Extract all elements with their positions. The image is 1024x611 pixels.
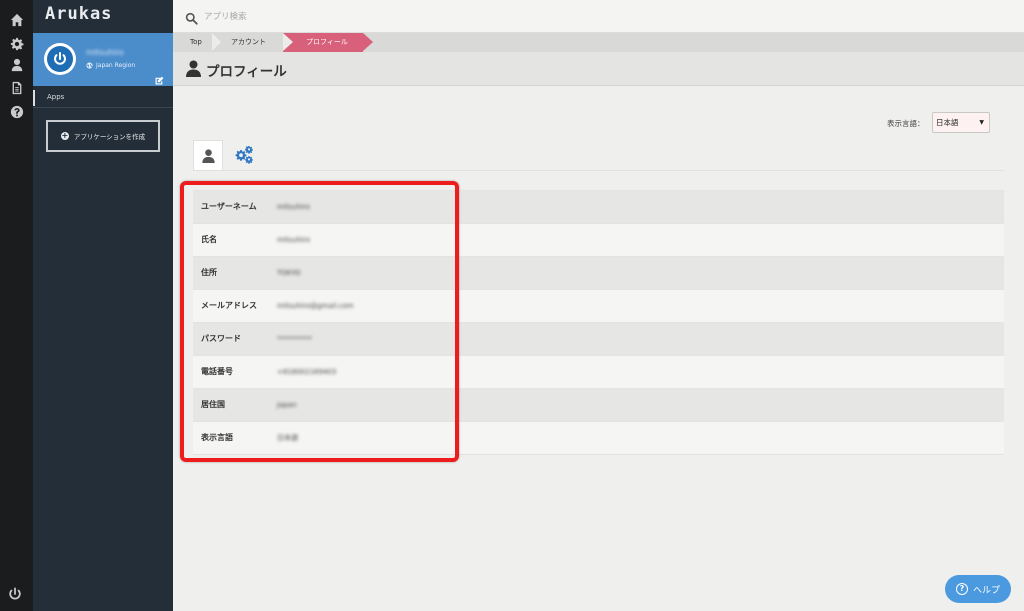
table-row: 居住国 Japan [193,389,1004,422]
field-value: Japan [277,401,297,409]
language-select[interactable]: 日本語 ▼ [932,112,990,133]
field-value: mitsuhiro@gmail.com [277,302,354,310]
gear-icon[interactable] [8,35,25,52]
user-icon[interactable] [8,56,25,73]
table-row: 表示言語 日本語 [193,422,1004,455]
app-logo[interactable]: Arukas [45,4,112,24]
field-label: パスワード [201,334,241,343]
table-row: ユーザーネーム mitsuhiro [193,191,1004,224]
breadcrumb-account[interactable]: アカウント [231,33,266,52]
tab-profile[interactable] [193,140,223,170]
app-search-input[interactable] [204,8,504,25]
top-bar [173,0,1024,33]
avatar [44,43,76,75]
search-icon [185,10,198,25]
field-label: ユーザーネーム [201,202,257,211]
help-button[interactable]: ? ヘルプ [945,575,1011,603]
gears-icon [235,146,253,164]
plus-circle-icon: + [60,131,69,140]
user-icon [201,148,215,163]
field-value: +818002169403 [277,368,337,376]
region-label: Japan Region [86,62,135,69]
question-icon: ? [955,583,968,595]
power-logo-icon [54,52,66,65]
tab-settings[interactable] [233,144,255,166]
home-icon[interactable] [8,11,25,28]
page-header: プロフィール [173,52,1024,86]
field-label: 電話番号 [201,367,233,376]
globe-icon [86,62,93,69]
breadcrumb-profile: プロフィール [283,33,363,52]
profile-table: ユーザーネーム mitsuhiro 氏名 mitsuhiro 住所 TOKYO … [193,190,1004,455]
field-value: 日本語 [277,434,298,442]
language-label: 表示言語： [887,119,925,128]
table-row: 住所 TOKYO [193,257,1004,290]
language-selected-value: 日本語 [936,118,959,127]
dropdown-arrow-icon: ▼ [979,119,984,126]
tabs-underline [193,170,1004,171]
field-value: ********** [277,335,312,343]
document-icon[interactable] [8,79,25,96]
breadcrumb: Top アカウント プロフィール [173,33,1024,52]
field-label: 住所 [201,268,217,277]
breadcrumb-separator [283,33,293,51]
table-row: 氏名 mitsuhiro [193,224,1004,257]
create-application-label: アプリケーションを作成 [73,133,146,141]
field-label: 表示言語 [201,433,233,442]
divider [33,107,173,108]
field-label: 居住国 [201,400,225,409]
table-row: メールアドレス mitsuhiro@gmail.com [193,290,1004,323]
breadcrumb-separator [212,33,221,51]
field-value: mitsuhiro [277,203,310,211]
help-icon[interactable] [8,103,25,120]
field-value: TOKYO [277,269,301,277]
edit-icon[interactable] [155,70,164,85]
table-row: 電話番号 +818002169403 [193,356,1004,389]
power-icon[interactable] [8,586,25,603]
field-value: mitsuhiro [277,236,310,244]
user-icon [186,60,201,77]
icon-rail [0,0,33,611]
user-name: mitsuhiro [86,48,124,57]
page-title: プロフィール [206,64,287,80]
field-label: メールアドレス [201,301,257,310]
user-profile-box[interactable]: mitsuhiro Japan Region [33,33,173,86]
apps-section-label: Apps [33,90,173,106]
sidebar: Arukas mitsuhiro Japan Region Apps + アプリ… [33,0,173,611]
table-row: パスワード ********** [193,323,1004,356]
breadcrumb-arrow [363,33,373,51]
field-label: 氏名 [201,235,217,244]
create-application-button[interactable]: + アプリケーションを作成 [46,120,160,152]
help-label: ヘルプ [972,585,1000,596]
breadcrumb-top[interactable]: Top [190,33,202,52]
